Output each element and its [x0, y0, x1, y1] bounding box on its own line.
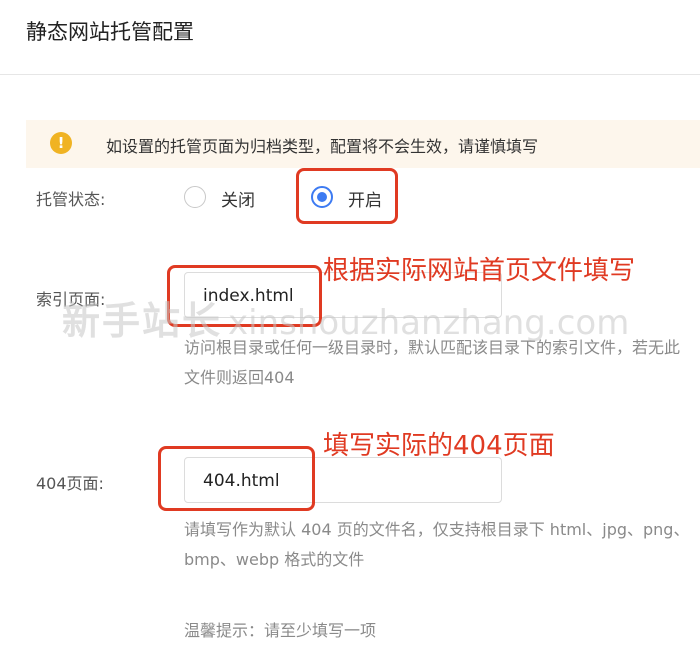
radio-off[interactable] [184, 186, 206, 208]
index-annotation: 根据实际网站首页文件填写 [323, 256, 636, 286]
index-highlight-box [167, 265, 322, 327]
status-highlight-box [296, 168, 398, 224]
index-page-help: 访问根目录或任何一级目录时，默认匹配该目录下的索引文件，若无此文件则返回404 [184, 338, 681, 387]
title-divider [0, 74, 700, 75]
error-page-help: 请填写作为默认 404 页的文件名，仅支持根目录下 html、jpg、png、b… [184, 520, 690, 569]
warning-icon: ! [50, 132, 72, 154]
tip-text: 温馨提示：请至少填写一项 [184, 621, 377, 640]
radio-off-label[interactable]: 关闭 [221, 186, 255, 211]
hosting-status-label: 托管状态: [36, 190, 106, 209]
warning-notice: ! 如设置的托管页面为归档类型，配置将不会生效，请谨慎填写 [26, 120, 700, 168]
error-page-label: 404页面: [36, 474, 104, 493]
notice-text: 如设置的托管页面为归档类型，配置将不会生效，请谨慎填写 [106, 137, 539, 156]
index-page-label: 索引页面: [36, 290, 106, 309]
page-title: 静态网站托管配置 [26, 20, 194, 44]
error-highlight-box [158, 446, 315, 511]
